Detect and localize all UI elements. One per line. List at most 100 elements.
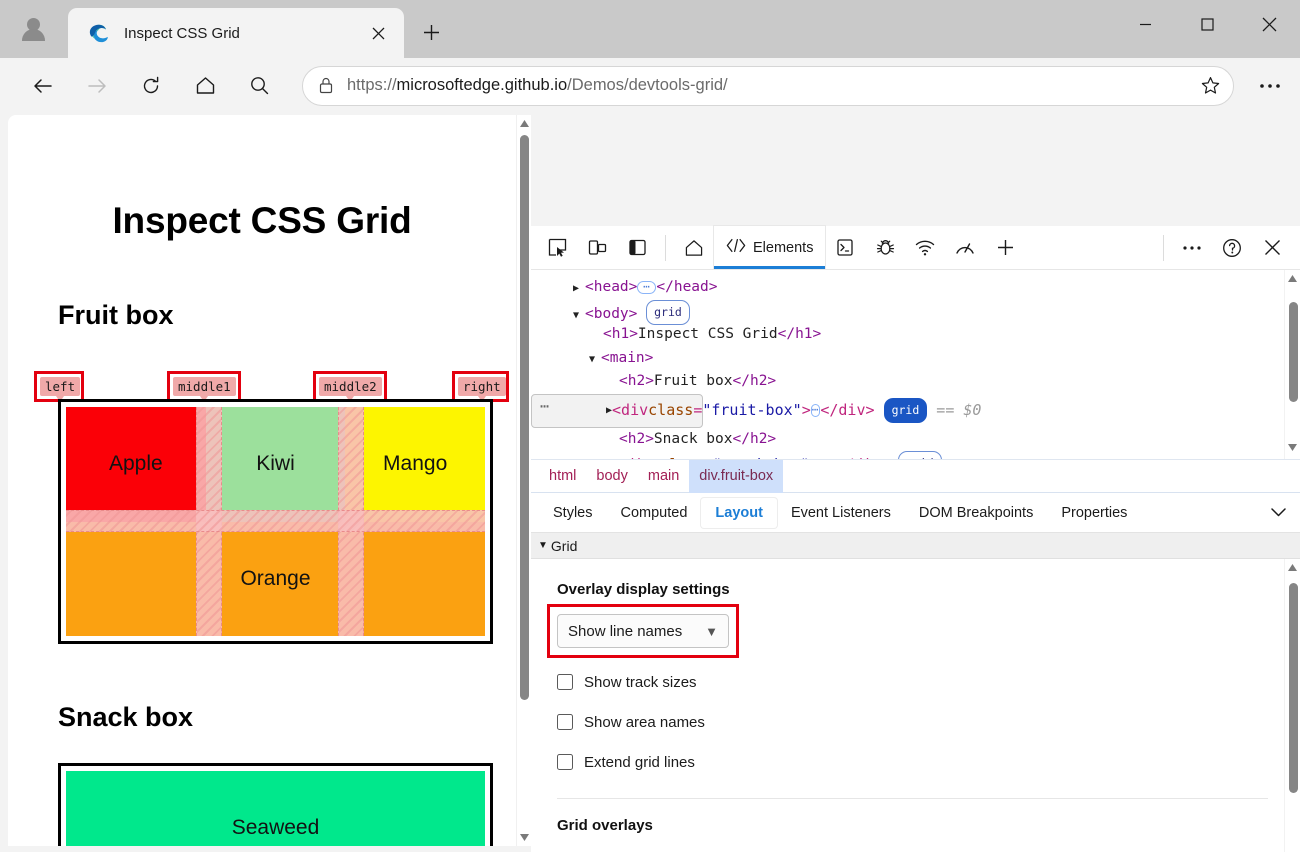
profile-button[interactable] — [10, 8, 56, 50]
console-icon[interactable] — [825, 228, 865, 268]
back-arrow-icon[interactable] — [24, 67, 62, 105]
scroll-up-arrow-icon[interactable] — [517, 115, 531, 132]
layout-scroll-up-icon[interactable] — [1285, 559, 1300, 576]
dom-row-main[interactable]: ▼ <main> — [531, 347, 1300, 371]
content-area: Inspect CSS Grid Fruit box left middle1 … — [0, 113, 1300, 852]
tab-properties[interactable]: Properties — [1047, 498, 1141, 528]
navigation-toolbar: https://microsoftedge.github.io/Demos/de… — [0, 58, 1300, 113]
breadcrumb-item-body[interactable]: body — [586, 460, 637, 493]
add-devtools-tab-icon[interactable] — [985, 228, 1025, 268]
collapsed-children-icon-fruit[interactable]: ⋯ — [810, 404, 821, 417]
close-tab-icon[interactable] — [364, 19, 392, 47]
collapsed-children-icon[interactable]: ⋯ — [637, 281, 657, 294]
dom-row-body[interactable]: ▼ <body> grid — [531, 299, 1300, 325]
dom-text-h2-fruit: Fruit box — [653, 373, 733, 389]
dom-row-snack-box[interactable]: ▶<div class="snack-box">⋯</div> grid — [531, 451, 1300, 460]
breadcrumb-item-fruit-box[interactable]: div.fruit-box — [689, 459, 784, 493]
overlay-row-body[interactable]: body — [557, 844, 1300, 852]
page-scrollbar[interactable] — [516, 115, 531, 846]
row-actions-icon[interactable]: ⋯ — [540, 395, 550, 419]
page-title: Inspect CSS Grid — [112, 200, 412, 241]
dom-scroll-up-icon[interactable] — [1285, 270, 1300, 287]
inspect-element-icon[interactable] — [537, 228, 577, 268]
dom-scroll-down-icon[interactable] — [1285, 439, 1300, 456]
dock-side-icon[interactable] — [617, 228, 657, 268]
grid-badge-snack-box[interactable]: grid — [897, 451, 942, 459]
tab-elements[interactable]: Elements — [714, 226, 826, 269]
page-scrollbar-thumb[interactable] — [520, 135, 529, 700]
search-icon[interactable] — [240, 67, 278, 105]
refresh-icon[interactable] — [132, 67, 170, 105]
dom-tree[interactable]: ▶ <head> ⋯ </head> ▼ <body> grid <h1>Inspect… — [531, 270, 1300, 460]
fruit-grid-tracks: Apple Kiwi Mango Orange — [66, 407, 485, 636]
overlay-settings-title: Overlay display settings — [557, 581, 730, 598]
checkbox-label-extend-grid-lines: Extend grid lines — [584, 753, 695, 771]
close-window-button[interactable] — [1238, 0, 1300, 48]
breadcrumb-item-html[interactable]: html — [539, 460, 586, 493]
tab-layout[interactable]: Layout — [701, 497, 777, 528]
devtools-more-menu[interactable] — [1172, 228, 1212, 268]
checkbox-show-track-sizes[interactable] — [557, 674, 573, 690]
address-bar[interactable]: https://microsoftedge.github.io/Demos/de… — [302, 65, 1234, 106]
tab-strip: Inspect CSS Grid — [0, 0, 1300, 58]
browser-tab[interactable]: Inspect CSS Grid — [68, 8, 404, 58]
checkbox-label-track-sizes: Show track sizes — [584, 673, 697, 691]
help-question-icon[interactable] — [1212, 228, 1252, 268]
close-devtools-icon[interactable] — [1252, 228, 1292, 268]
edge-logo-icon — [89, 24, 108, 43]
devtools-panel: Elements ▶ <head> ⋯ </head> ▼ <body> gri… — [531, 226, 1300, 852]
performance-gauge-icon[interactable] — [945, 228, 985, 268]
checkbox-extend-grid-lines[interactable] — [557, 754, 573, 770]
breadcrumb: html body main div.fruit-box — [531, 459, 1300, 493]
new-tab-button[interactable] — [410, 12, 452, 52]
expand-triangle-icon-snack[interactable]: ▶ — [605, 455, 617, 459]
layout-panel-scrollbar[interactable] — [1284, 559, 1300, 852]
grid-section-header[interactable]: ▼ Grid — [531, 533, 1300, 559]
collapse-triangle-icon-main[interactable]: ▼ — [589, 348, 601, 372]
minimize-button[interactable] — [1114, 0, 1176, 48]
layout-scrollbar-thumb[interactable] — [1289, 583, 1298, 793]
grid-section-caret-icon[interactable]: ▼ — [538, 540, 548, 551]
grid-badge-body[interactable]: grid — [646, 299, 690, 325]
tab-event-listeners[interactable]: Event Listeners — [777, 498, 905, 528]
grid-cell-seaweed: Seaweed — [66, 771, 485, 846]
chevron-down-icon[interactable] — [1256, 498, 1300, 528]
tab-title: Inspect CSS Grid — [124, 24, 240, 42]
web-page-viewport: Inspect CSS Grid Fruit box left middle1 … — [8, 115, 531, 846]
dom-row-head[interactable]: ▶ <head> ⋯ </head> — [531, 276, 1300, 300]
avatar — [21, 17, 45, 41]
checkbox-row-track-sizes[interactable]: Show track sizes — [557, 662, 1300, 702]
checkbox-row-area-names[interactable]: Show area names — [557, 702, 1300, 742]
dom-tree-scrollbar[interactable] — [1284, 270, 1300, 459]
dom-row-h1[interactable]: <h1>Inspect CSS Grid</h1> — [531, 323, 1300, 347]
grid-badge-fruit-box[interactable]: grid — [883, 397, 928, 424]
debugger-bug-icon[interactable] — [865, 228, 905, 268]
favorite-star-icon[interactable] — [1193, 69, 1227, 103]
collapsed-children-icon-snack[interactable]: ⋯ — [818, 459, 837, 460]
tab-dom-breakpoints[interactable]: DOM Breakpoints — [905, 498, 1047, 528]
dom-text-h2-snack: Snack box — [653, 430, 733, 447]
tab-styles[interactable]: Styles — [539, 498, 607, 528]
url-scheme: https:// — [347, 76, 397, 94]
url-text: https://microsoftedge.github.io/Demos/de… — [347, 76, 1193, 95]
tab-computed[interactable]: Computed — [607, 498, 702, 528]
dom-row-h2-fruit[interactable]: <h2>Fruit box</h2> — [531, 370, 1300, 394]
url-path: /Demos/devtools-grid/ — [567, 76, 728, 94]
device-emulation-icon[interactable] — [577, 228, 617, 268]
dom-row-fruit-box[interactable]: ⋯ ▶ <div class = "fruit-box" > ⋯ </div> grid ==… — [531, 393, 981, 428]
dom-scrollbar-thumb[interactable] — [1289, 302, 1298, 402]
maximize-button[interactable] — [1176, 0, 1238, 48]
checkbox-show-area-names[interactable] — [557, 714, 573, 730]
checkbox-row-extend-grid-lines[interactable]: Extend grid lines — [557, 742, 1300, 782]
browser-more-menu[interactable] — [1248, 66, 1292, 106]
line-name-badge-right: right — [458, 377, 506, 402]
devtools-home-icon[interactable] — [674, 228, 714, 268]
home-icon[interactable] — [186, 67, 224, 105]
breadcrumb-item-main[interactable]: main — [638, 460, 689, 493]
network-wifi-icon[interactable] — [905, 228, 945, 268]
dom-row-h2-snack[interactable]: <h2>Snack box</h2> — [531, 428, 1300, 452]
grid-cell-orange: Orange — [66, 521, 485, 636]
expand-triangle-icon[interactable]: ▶ — [573, 277, 585, 301]
fruit-box-grid: Apple Kiwi Mango Orange — [58, 399, 493, 644]
scroll-down-arrow-icon[interactable] — [517, 829, 531, 846]
